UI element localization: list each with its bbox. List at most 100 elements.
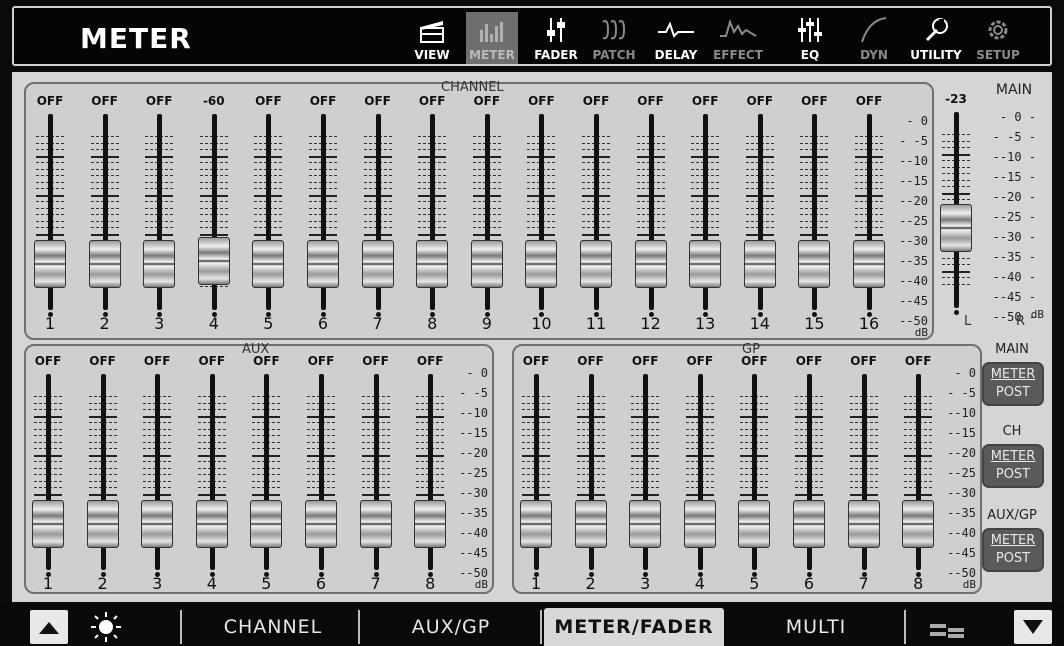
fader-knob[interactable] bbox=[689, 239, 722, 288]
fader-knob[interactable] bbox=[305, 499, 337, 548]
channel-strip: OFF 3 bbox=[139, 94, 179, 340]
fader-knob[interactable] bbox=[853, 239, 885, 288]
fader-knob[interactable] bbox=[580, 239, 612, 288]
channel-number: 6 bbox=[803, 574, 815, 593]
fader-knob[interactable] bbox=[86, 499, 119, 548]
db-scale-label: --25 - bbox=[992, 210, 1036, 224]
nav-patch-button[interactable]: PATCH bbox=[588, 12, 640, 64]
level-readout: OFF bbox=[637, 94, 664, 108]
nav-utility-button[interactable]: UTILITY bbox=[910, 12, 962, 64]
nav-delay-button[interactable]: DELAY bbox=[650, 12, 702, 64]
brightness-button[interactable] bbox=[86, 610, 126, 644]
gp-strip: OFF 2 bbox=[571, 354, 611, 600]
fader-knob[interactable] bbox=[416, 239, 449, 288]
nav-label: DELAY bbox=[654, 48, 698, 62]
tab-channel[interactable]: CHANNEL bbox=[190, 608, 356, 646]
fader-knob[interactable] bbox=[359, 499, 392, 548]
nav-view-button[interactable]: VIEW bbox=[406, 12, 458, 64]
channel-number: 16 bbox=[858, 314, 880, 333]
channel-number: 13 bbox=[695, 314, 716, 333]
channel-number: 4 bbox=[208, 314, 219, 333]
gp-panel: GP OFF 1 OFF 2 OFF 3 OFF 4 OFF 5 OFF 6 OFF 7 OFF 8- 0- … bbox=[512, 342, 982, 594]
fader-knob[interactable] bbox=[902, 499, 935, 548]
main-strip: -23 bbox=[936, 92, 976, 338]
fader-knob[interactable] bbox=[197, 236, 230, 285]
auxgp-meter-post-button[interactable]: METER POST bbox=[982, 528, 1044, 572]
fader-knob[interactable] bbox=[414, 499, 447, 548]
nav-effect-button[interactable]: EFFECT bbox=[712, 12, 764, 64]
fader-knob[interactable] bbox=[195, 499, 228, 548]
main-meter-post-button[interactable]: METER POST bbox=[982, 362, 1044, 406]
channel-strip: OFF 15 bbox=[794, 94, 834, 340]
channel-number: 12 bbox=[640, 314, 661, 333]
main-db-scale: - 0 - - -5 - --10 - --15 - --20 - --25 - --30 … bbox=[976, 110, 1044, 324]
db-scale-label: --10 bbox=[947, 406, 976, 420]
channel-panel-title: CHANNEL bbox=[441, 80, 504, 95]
aux-strip: OFF 2 bbox=[83, 354, 123, 600]
nav-setup-button[interactable]: SETUP bbox=[972, 12, 1024, 64]
level-readout: OFF bbox=[255, 94, 282, 108]
aux-strip: OFF 5 bbox=[246, 354, 286, 600]
fader-knob[interactable] bbox=[470, 239, 503, 288]
channel-number: 8 bbox=[913, 574, 924, 593]
channel-number: 10 bbox=[531, 314, 552, 333]
level-readout: OFF bbox=[362, 354, 389, 368]
db-scale-label: --15 - bbox=[992, 170, 1036, 184]
fader-knob[interactable] bbox=[88, 239, 121, 288]
fader-knob[interactable] bbox=[32, 499, 64, 548]
channel-strip: OFF 2 bbox=[85, 94, 125, 340]
db-scale-label: - -5 - bbox=[992, 130, 1036, 144]
fader-knob[interactable] bbox=[574, 499, 607, 548]
tab-divider bbox=[358, 610, 360, 644]
channel-strip: OFF 8 bbox=[412, 94, 452, 340]
patch-icon bbox=[588, 16, 640, 44]
db-scale-label: --10 - bbox=[992, 150, 1036, 164]
db-scale-label: --40 - bbox=[992, 270, 1036, 284]
fader-knob[interactable] bbox=[940, 203, 972, 252]
down-arrow-icon bbox=[1023, 620, 1043, 634]
level-readout: OFF bbox=[582, 94, 610, 108]
db-scale-label: --45 bbox=[459, 546, 488, 560]
fader-knob[interactable] bbox=[520, 499, 552, 548]
tab-divider bbox=[180, 610, 182, 644]
gp-strip: OFF 3 bbox=[625, 354, 665, 600]
level-readout: OFF bbox=[309, 94, 337, 108]
level-readout: OFF bbox=[904, 354, 932, 368]
tab-aux-gp[interactable]: AUX/GP bbox=[366, 608, 536, 646]
fader-knob[interactable] bbox=[847, 499, 880, 548]
scroll-up-button[interactable] bbox=[30, 610, 68, 644]
fader-knob[interactable] bbox=[307, 239, 339, 288]
fader-knob[interactable] bbox=[743, 239, 776, 288]
fader-knob[interactable] bbox=[143, 239, 176, 288]
fader-knob[interactable] bbox=[141, 499, 174, 548]
nav-meter-button[interactable]: METER bbox=[466, 12, 518, 64]
fader-knob[interactable] bbox=[34, 239, 66, 288]
nav-fader-button[interactable]: FADER bbox=[530, 12, 582, 64]
channel-strip: OFF 5 bbox=[248, 94, 288, 340]
nav-dyn-button[interactable]: DYN bbox=[848, 12, 900, 64]
gp-strip: OFF 8 bbox=[898, 354, 938, 600]
fader-knob[interactable] bbox=[634, 239, 667, 288]
fader-knob[interactable] bbox=[250, 499, 283, 548]
menu-button[interactable] bbox=[930, 622, 964, 640]
level-readout: OFF bbox=[36, 94, 64, 108]
ch-meter-label: CH bbox=[1002, 424, 1022, 439]
db-scale-label: --25 bbox=[899, 214, 928, 228]
fader-knob[interactable] bbox=[798, 239, 831, 288]
tab-multi[interactable]: MULTI bbox=[730, 608, 902, 646]
nav-label: SETUP bbox=[976, 48, 1020, 62]
db-scale-label: --10 bbox=[899, 154, 928, 168]
scroll-down-button[interactable] bbox=[1014, 610, 1052, 644]
level-readout: -60 bbox=[202, 94, 225, 108]
tab-meter-fader[interactable]: METER/FADER bbox=[544, 608, 724, 646]
fader-knob[interactable] bbox=[793, 499, 825, 548]
ch-meter-post-button[interactable]: METER POST bbox=[982, 444, 1044, 488]
fader-knob[interactable] bbox=[683, 499, 716, 548]
nav-eq-button[interactable]: EQ bbox=[784, 12, 836, 64]
fader-knob[interactable] bbox=[738, 499, 771, 548]
fader-knob[interactable] bbox=[525, 239, 558, 288]
db-scale-label: --30 - bbox=[992, 230, 1036, 244]
fader-knob[interactable] bbox=[629, 499, 662, 548]
fader-knob[interactable] bbox=[252, 239, 285, 288]
fader-knob[interactable] bbox=[361, 239, 394, 288]
